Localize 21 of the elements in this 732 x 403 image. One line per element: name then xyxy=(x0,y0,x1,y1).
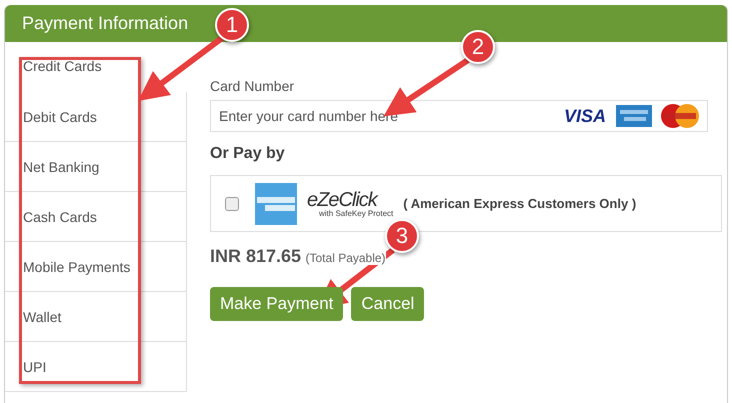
sidebar-item[interactable]: Mobile Payments xyxy=(5,242,187,292)
sidebar-item[interactable]: Cash Cards xyxy=(5,192,187,242)
visa-logo: VISA xyxy=(564,106,606,127)
sidebar-item[interactable]: UPI xyxy=(5,342,187,392)
card-logo-icon xyxy=(616,105,652,127)
panel-title: Payment Information xyxy=(22,13,188,34)
total-amount: INR 817.65 xyxy=(210,246,302,266)
card-logo-icon xyxy=(660,103,700,129)
total-note: (Total Payable) xyxy=(306,251,386,265)
checkbox[interactable] xyxy=(225,196,239,210)
section-heading: Or Pay by xyxy=(210,145,286,163)
sidebar-item[interactable]: Credit Cards xyxy=(5,42,187,92)
sidebar-item[interactable]: Wallet xyxy=(5,292,187,342)
field-label: Card Number xyxy=(210,78,296,94)
card-logo-icon xyxy=(255,182,297,224)
number-badge: 3 xyxy=(385,219,419,253)
logo-text: eZeClick xyxy=(307,190,380,210)
logo-subtext: with SafeKey Protect xyxy=(319,210,394,218)
option-note: ( American Express Customers Only ) xyxy=(403,196,636,211)
sidebar-item[interactable]: Net Banking xyxy=(5,142,187,192)
sidebar-item[interactable]: Debit Cards xyxy=(5,92,187,142)
